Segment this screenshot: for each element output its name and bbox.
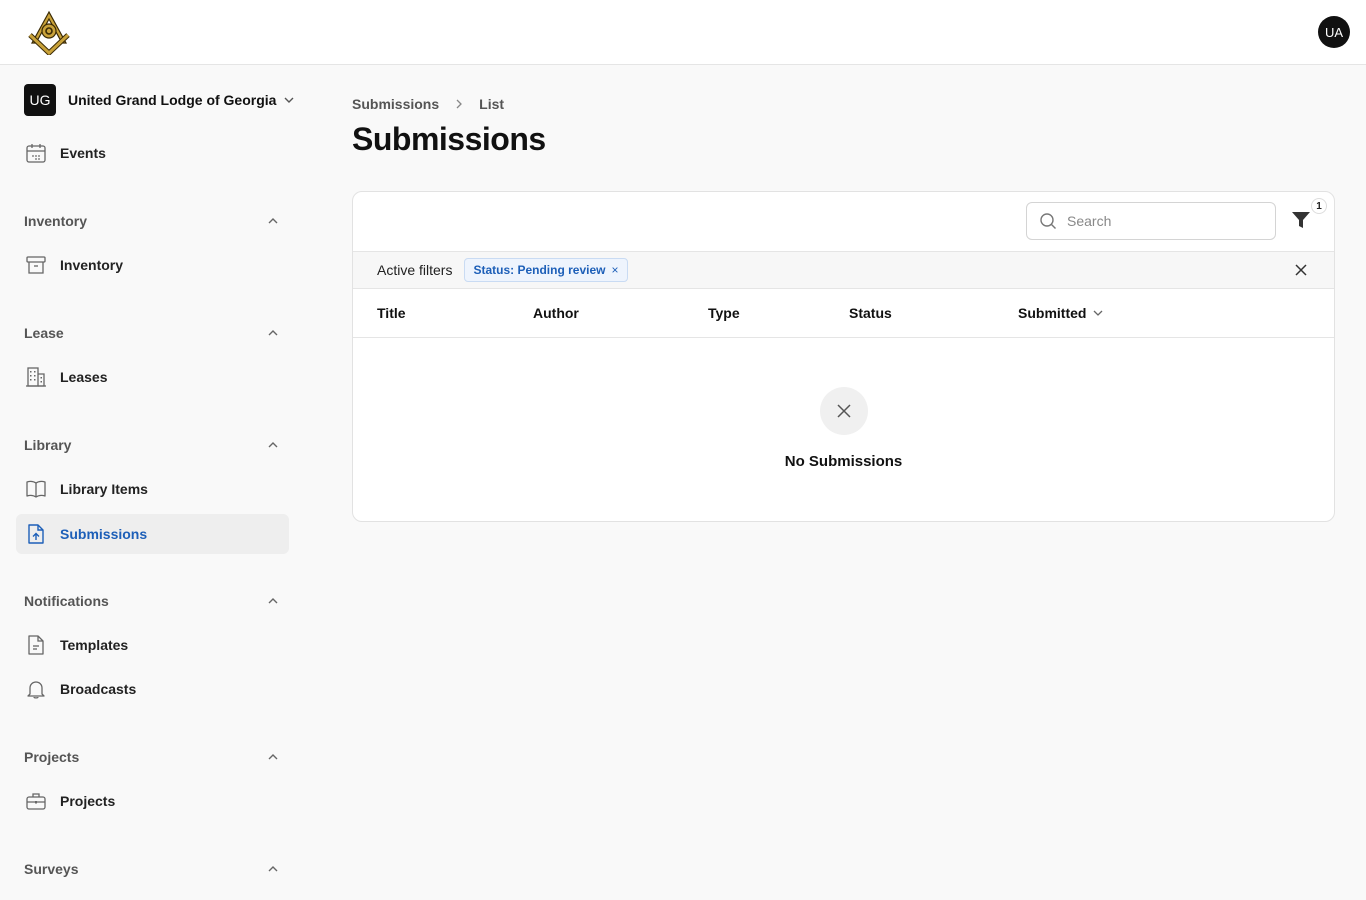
chevron-down-icon xyxy=(284,97,294,103)
sidebar-item-label: Inventory xyxy=(60,257,124,273)
masonic-logo[interactable] xyxy=(26,9,72,57)
chevron-up-icon xyxy=(268,754,278,760)
section-title: Notifications xyxy=(24,593,109,609)
sidebar-item-label: Leases xyxy=(60,369,108,385)
section-surveys[interactable]: Surveys xyxy=(24,859,280,879)
column-header-status[interactable]: Status xyxy=(849,305,892,321)
sidebar-item-label: Submissions xyxy=(60,526,148,542)
filter-icon[interactable] xyxy=(1289,208,1313,232)
chevron-up-icon xyxy=(268,598,278,604)
sidebar-item-label: Templates xyxy=(60,637,129,653)
clear-filters-close-icon[interactable] xyxy=(1294,263,1308,277)
chevron-up-icon xyxy=(268,330,278,336)
sidebar-item-library-items[interactable]: Library Items xyxy=(16,469,289,509)
section-library[interactable]: Library xyxy=(24,435,280,455)
column-header-label: Status xyxy=(849,305,892,321)
chevron-up-icon xyxy=(268,442,278,448)
section-title: Lease xyxy=(24,325,64,341)
section-lease[interactable]: Lease xyxy=(24,323,280,343)
column-header-author[interactable]: Author xyxy=(533,305,579,321)
sidebar-item-label: Library Items xyxy=(60,481,148,497)
document-text-icon xyxy=(24,633,48,657)
sidebar-item-broadcasts[interactable]: Broadcasts xyxy=(16,669,289,709)
page-title: Submissions xyxy=(352,121,546,157)
briefcase-icon xyxy=(24,789,48,813)
search-icon xyxy=(1040,213,1056,229)
section-title: Library xyxy=(24,437,72,453)
column-header-title[interactable]: Title xyxy=(377,305,406,321)
active-filters-bar: Active filters Status: Pending review × xyxy=(353,251,1334,289)
sidebar-item-inventory[interactable]: Inventory xyxy=(16,245,289,285)
filter-chip-label: Status: Pending review xyxy=(473,263,606,277)
open-book-icon xyxy=(24,477,48,501)
filter-count-badge: 1 xyxy=(1311,198,1327,214)
breadcrumb-current: List xyxy=(479,96,505,112)
submissions-table-card: 1 Active filters Status: Pending review … xyxy=(352,191,1335,522)
archive-box-icon xyxy=(24,253,48,277)
building-icon xyxy=(24,365,48,389)
column-header-label: Type xyxy=(708,305,740,321)
section-notifications[interactable]: Notifications xyxy=(24,591,280,611)
breadcrumb-link[interactable]: Submissions xyxy=(352,96,439,112)
org-avatar: UG xyxy=(24,84,56,116)
sidebar-item-events[interactable]: Events xyxy=(16,133,289,173)
empty-state-message: No Submissions xyxy=(784,453,903,470)
column-header-label: Title xyxy=(377,305,406,321)
chevron-up-icon xyxy=(268,866,278,872)
column-header-label: Author xyxy=(533,305,579,321)
sidebar-item-leases[interactable]: Leases xyxy=(16,357,289,397)
section-title: Inventory xyxy=(24,213,88,229)
calendar-icon xyxy=(24,141,48,165)
active-filters-label: Active filters xyxy=(377,262,453,278)
sidebar-item-projects[interactable]: Projects xyxy=(16,781,289,821)
column-header-label: Submitted xyxy=(1018,305,1087,321)
sidebar: UG United Grand Lodge of Georgia Events … xyxy=(0,65,305,900)
sort-descending-chevron-icon xyxy=(1093,310,1103,316)
sidebar-item-label: Events xyxy=(60,145,106,161)
sidebar-item-label: Projects xyxy=(60,793,116,809)
breadcrumb: Submissions List xyxy=(352,96,504,112)
section-title: Surveys xyxy=(24,861,79,877)
remove-filter-button[interactable]: × xyxy=(612,263,619,277)
section-projects[interactable]: Projects xyxy=(24,747,280,767)
sidebar-item-label: Broadcasts xyxy=(60,681,137,697)
search-box[interactable] xyxy=(1026,202,1276,240)
sidebar-item-templates[interactable]: Templates xyxy=(16,625,289,665)
column-header-submitted[interactable]: Submitted xyxy=(1018,305,1104,321)
sidebar-item-submissions[interactable]: Submissions xyxy=(16,514,289,554)
section-inventory[interactable]: Inventory xyxy=(24,211,280,231)
column-header-type[interactable]: Type xyxy=(708,305,740,321)
chevron-up-icon xyxy=(268,218,278,224)
chevron-right-icon xyxy=(456,99,463,109)
user-avatar[interactable]: UA xyxy=(1318,16,1350,48)
empty-state-x-icon xyxy=(820,387,868,435)
org-name: United Grand Lodge of Georgia xyxy=(68,92,277,108)
section-title: Projects xyxy=(24,749,80,765)
document-upload-icon xyxy=(24,522,48,546)
search-input[interactable] xyxy=(1067,213,1257,229)
org-switcher[interactable]: UG United Grand Lodge of Georgia xyxy=(24,84,296,116)
bell-icon xyxy=(24,677,48,701)
top-bar: UA xyxy=(0,0,1366,65)
filter-chip: Status: Pending review × xyxy=(464,258,628,282)
table-header: Title Author Type Status Submitted xyxy=(353,289,1334,338)
